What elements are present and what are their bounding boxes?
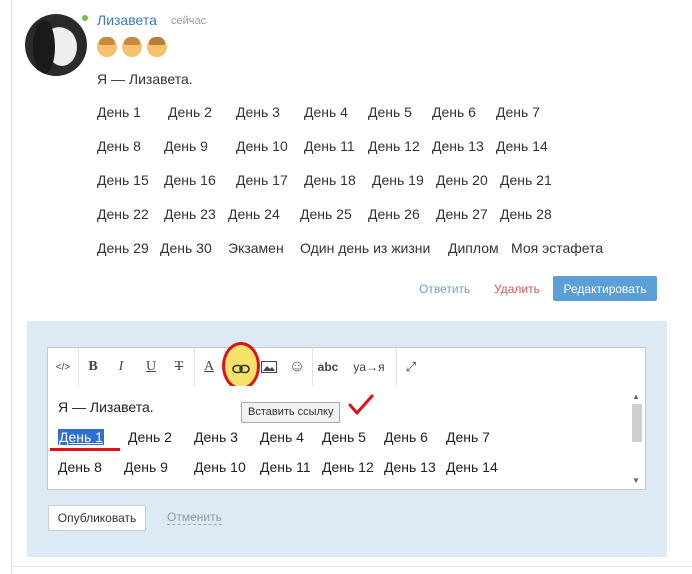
day-link[interactable]: День 5 — [368, 104, 412, 120]
editor-day: День 13 — [384, 459, 436, 475]
smile-icon: ☺ — [288, 358, 306, 375]
day-link[interactable]: День 21 — [500, 172, 552, 188]
day-link[interactable]: День 1 — [97, 104, 141, 120]
post-intro: Я — Лизавета. — [97, 71, 193, 87]
spellcheck-button[interactable]: abc — [314, 348, 342, 386]
link-icon — [232, 364, 250, 374]
editor-day: День 11 — [260, 459, 311, 475]
fullscreen-button[interactable]: ⤢ — [400, 348, 422, 386]
day-link[interactable]: День 16 — [164, 172, 216, 188]
edit-button[interactable]: Редактировать — [553, 276, 657, 301]
day-link[interactable]: День 18 — [304, 172, 356, 188]
editor-day: День 4 — [260, 429, 304, 445]
underline-annotation — [50, 448, 120, 451]
day-link[interactable]: День 13 — [432, 138, 484, 154]
day-link[interactable]: День 29 — [97, 240, 149, 256]
day-link[interactable]: День 8 — [97, 138, 141, 154]
online-status-icon — [82, 15, 88, 21]
day-link[interactable]: Диплом — [448, 240, 499, 256]
toolbar-divider — [78, 348, 79, 386]
strikethrough-button[interactable]: T — [168, 348, 190, 386]
day-link[interactable]: День 24 — [228, 206, 280, 222]
scroll-down-icon[interactable]: ▼ — [632, 476, 640, 485]
toolbar-divider — [194, 348, 195, 386]
day-link[interactable]: День 14 — [496, 138, 548, 154]
editor-scrollbar[interactable]: ▲ ▼ — [630, 390, 644, 488]
girl-emoji-icon — [97, 37, 117, 57]
day-link[interactable]: День 30 — [160, 240, 212, 256]
emoji-row — [97, 37, 167, 57]
toolbar-divider — [396, 348, 397, 386]
day-link[interactable]: День 10 — [236, 138, 288, 154]
avatar-hair — [33, 20, 55, 74]
editor-day: День 14 — [446, 459, 498, 475]
bold-button[interactable]: B — [82, 348, 104, 386]
editor-toolbar: </> B I U T A ☺ abc ya→я ⤢ — [47, 347, 646, 387]
day-link[interactable]: День 6 — [432, 104, 476, 120]
day-link[interactable]: День 25 — [300, 206, 352, 222]
toolbar-divider — [312, 348, 313, 386]
post-time: сейчас — [171, 15, 207, 27]
day-link[interactable]: День 19 — [372, 172, 424, 188]
italic-button[interactable]: I — [110, 348, 132, 386]
insert-link-button[interactable] — [232, 361, 250, 377]
translit-button[interactable]: ya→я — [348, 348, 390, 386]
day-link[interactable]: День 20 — [436, 172, 488, 188]
editor-day: День 10 — [194, 459, 246, 475]
editor-day: День 12 — [322, 459, 374, 475]
day-link[interactable]: День 22 — [97, 206, 149, 222]
insert-link-tooltip: Вставить ссылку — [241, 402, 341, 423]
day-link[interactable]: День 11 — [304, 138, 355, 154]
scroll-up-icon[interactable]: ▲ — [632, 392, 640, 401]
comment-bottom-border — [11, 566, 692, 567]
comment-left-border — [11, 0, 12, 574]
editor-day: День 2 — [128, 429, 172, 445]
delete-link[interactable]: Удалить — [494, 282, 540, 296]
day-link[interactable]: День 23 — [164, 206, 216, 222]
author-name[interactable]: Лизавета — [97, 12, 157, 28]
day-link[interactable]: День 4 — [304, 104, 348, 120]
text-color-button[interactable]: A — [198, 348, 220, 386]
insert-image-button[interactable] — [258, 348, 280, 386]
day-link[interactable]: День 26 — [368, 206, 420, 222]
cancel-link[interactable]: Отменить — [167, 510, 222, 525]
expand-icon: ⤢ — [405, 359, 417, 374]
editor-day: День 3 — [194, 429, 238, 445]
insert-smile-button[interactable]: ☺ — [286, 348, 308, 386]
editor-day: День 5 — [322, 429, 366, 445]
boy-emoji-icon — [147, 37, 167, 57]
editor-intro: Я — Лизавета. — [58, 399, 154, 415]
day-link[interactable]: День 27 — [436, 206, 488, 222]
girl-emoji-icon — [122, 37, 142, 57]
day-link[interactable]: День 3 — [236, 104, 280, 120]
day-link[interactable]: Экзамен — [228, 240, 284, 256]
editor-day: День 9 — [124, 459, 168, 475]
publish-button[interactable]: Опубликовать — [48, 505, 146, 531]
scrollbar-thumb[interactable] — [632, 404, 642, 442]
underline-button[interactable]: U — [140, 348, 162, 386]
day-link[interactable]: Один день из жизни — [300, 240, 430, 256]
avatar[interactable] — [25, 14, 87, 76]
day-link[interactable]: День 15 — [97, 172, 149, 188]
checkmark-annotation-icon — [348, 394, 374, 415]
day-link[interactable]: День 2 — [168, 104, 212, 120]
editor-day: День 7 — [446, 429, 490, 445]
reply-link[interactable]: Ответить — [419, 282, 470, 296]
day-link[interactable]: День 7 — [496, 104, 540, 120]
day-link[interactable]: День 28 — [500, 206, 552, 222]
day-link[interactable]: День 9 — [164, 138, 208, 154]
day-link[interactable]: День 12 — [368, 138, 420, 154]
editor-day: День 8 — [58, 459, 102, 475]
image-icon — [261, 361, 277, 373]
editor-day: День 6 — [384, 429, 428, 445]
html-mode-button[interactable]: </> — [48, 348, 78, 386]
day-link[interactable]: День 17 — [236, 172, 288, 188]
selected-text[interactable]: День 1 — [58, 429, 104, 445]
day-link[interactable]: Моя эстафета — [511, 240, 603, 256]
